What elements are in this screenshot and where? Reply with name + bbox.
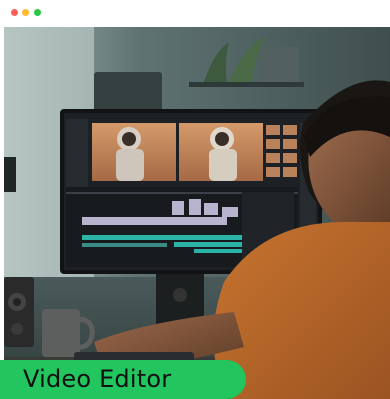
caption-title: Video Editor xyxy=(23,365,172,393)
caption-banner: Video Editor xyxy=(0,360,246,399)
title-bar xyxy=(0,0,390,26)
editing-photo xyxy=(4,27,390,399)
app-window: Video Editor xyxy=(0,0,390,399)
maximize-button[interactable] xyxy=(34,9,41,16)
photo-illustration xyxy=(4,27,390,399)
close-button[interactable] xyxy=(11,9,18,16)
minimize-button[interactable] xyxy=(22,9,29,16)
